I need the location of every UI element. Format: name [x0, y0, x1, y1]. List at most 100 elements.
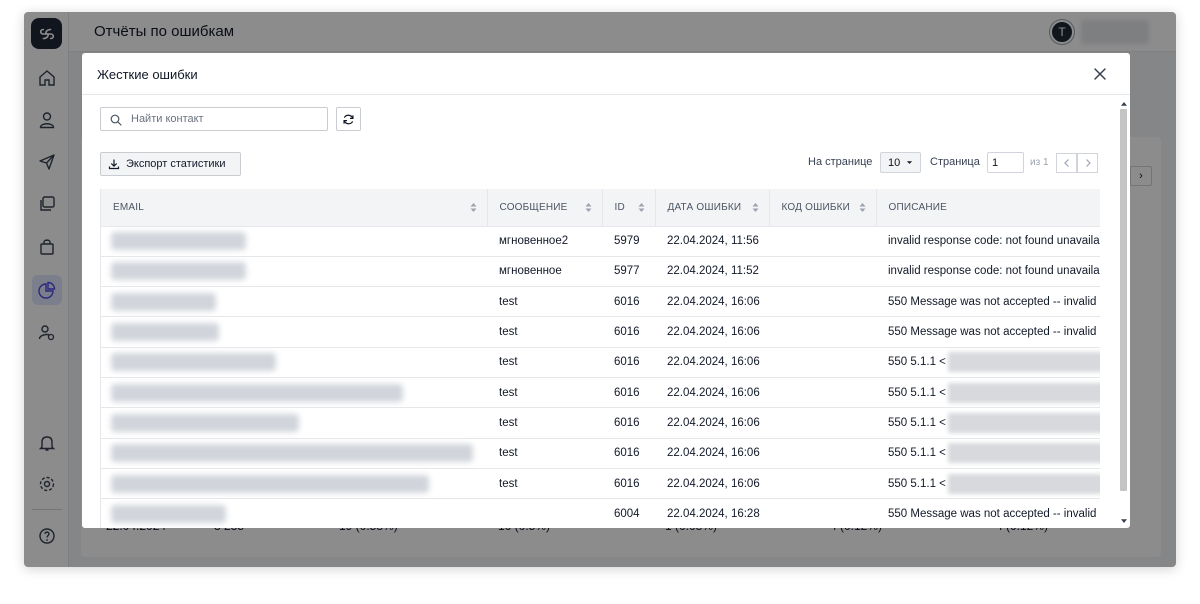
description-text: 550 5.1.1 <: [888, 416, 946, 429]
email-cell: [101, 347, 487, 378]
description-text: invalid response code: not found unavail…: [888, 235, 1100, 248]
id-cell: 6016: [602, 286, 655, 318]
header-message[interactable]: СООБЩЕНИЕ: [487, 189, 603, 227]
per-page-select[interactable]: 10: [880, 152, 921, 173]
header-label: ID: [614, 201, 625, 213]
id-cell: 6004: [602, 498, 655, 528]
description-text: 550 Message was not accepted -- invalid: [888, 295, 1097, 308]
error-date-cell: 22.04.2024, 16:06: [655, 347, 769, 378]
chevron-left-icon: [1063, 159, 1069, 167]
error-date-cell: 22.04.2024, 16:28: [655, 498, 769, 528]
error-code-cell: [769, 438, 876, 469]
table-header-row: EMAIL СООБЩЕНИЕ ID ДАТА ОШИБКИ КОД ОШИБКИ ОПИ…: [101, 189, 1100, 227]
header-error-code[interactable]: КОД ОШИБКИ: [769, 189, 877, 227]
chevron-down-icon: [907, 161, 913, 164]
error-date-cell: 22.04.2024, 16:06: [655, 468, 769, 500]
email-blurred: [111, 383, 403, 402]
error-code-cell: [769, 377, 876, 409]
header-label: EMAIL: [113, 201, 145, 213]
id-cell: 5979: [602, 226, 655, 257]
hard-errors-modal: Жесткие ошибки Экспорт статистики На стр…: [82, 53, 1130, 528]
table-row[interactable]: мгновенное 5977 22.04.2024, 11:52 invalid r…: [101, 256, 1100, 288]
header-label: ОПИСАНИЕ: [888, 201, 948, 213]
description-text: 550 5.1.1 <: [888, 356, 946, 369]
close-icon[interactable]: [1092, 66, 1108, 82]
table-row[interactable]: test 6016 22.04.2024, 16:06 550 5.1.1 <: [101, 377, 1100, 409]
description-cell: invalid response code: not found unavail…: [876, 256, 1100, 288]
message-cell: мгновенное2: [487, 226, 602, 257]
id-cell: 6016: [602, 438, 655, 469]
message-cell: test: [487, 468, 602, 500]
table-row[interactable]: test 6016 22.04.2024, 16:06 550 5.1.1 <: [101, 407, 1100, 439]
error-date-cell: 22.04.2024, 16:06: [655, 286, 769, 318]
message-cell: [487, 498, 602, 528]
page-total: из 1: [1030, 157, 1049, 168]
description-text: 550 5.1.1 <: [888, 477, 946, 490]
id-cell: 5977: [602, 256, 655, 288]
export-stats-button[interactable]: Экспорт статистики: [100, 152, 241, 176]
error-code-cell: [769, 498, 876, 528]
table-row[interactable]: test 6016 22.04.2024, 16:06 550 5.1.1 <: [101, 468, 1100, 500]
header-label: КОД ОШИБКИ: [781, 201, 851, 213]
modal-scrollbar[interactable]: [1118, 97, 1128, 527]
header-error-date[interactable]: ДАТА ОШИБКИ: [655, 189, 770, 227]
prev-page-button[interactable]: [1056, 153, 1077, 173]
email-blurred: [111, 444, 473, 463]
sort-icon[interactable]: [859, 202, 866, 213]
table-row[interactable]: test 6016 22.04.2024, 16:06 550 Message was…: [101, 286, 1100, 318]
description-blurred: [947, 443, 1100, 464]
page-number-input[interactable]: [987, 152, 1024, 173]
description-cell: 550 Message was not accepted -- invalid: [876, 316, 1100, 348]
email-blurred: [111, 323, 219, 342]
error-date-cell: 22.04.2024, 16:06: [655, 316, 769, 348]
description-blurred: [947, 382, 1100, 403]
error-date-cell: 22.04.2024, 16:06: [655, 407, 769, 439]
message-cell: мгновенное: [487, 256, 602, 288]
header-id[interactable]: ID: [602, 189, 656, 227]
scrollbar-thumb[interactable]: [1120, 109, 1127, 491]
id-cell: 6016: [602, 316, 655, 348]
table-row[interactable]: test 6016 22.04.2024, 16:06 550 5.1.1 <: [101, 347, 1100, 378]
message-cell: test: [487, 286, 602, 318]
sort-icon[interactable]: [752, 202, 759, 213]
table-row[interactable]: test 6016 22.04.2024, 16:06 550 5.1.1 <: [101, 438, 1100, 469]
header-label: ДАТА ОШИБКИ: [667, 201, 742, 213]
message-cell: test: [487, 316, 602, 348]
per-page-label: На странице: [808, 156, 873, 168]
message-cell: test: [487, 377, 602, 409]
refresh-icon: [343, 114, 354, 124]
error-code-cell: [769, 286, 876, 318]
download-icon: [108, 159, 120, 170]
refresh-button[interactable]: [336, 107, 361, 131]
modal-title: Жесткие ошибки: [97, 67, 198, 82]
email-blurred: [111, 413, 299, 432]
scroll-down-arrow-icon[interactable]: [1120, 517, 1127, 525]
description-text: 550 Message was not accepted -- invalid: [888, 507, 1097, 520]
table-row[interactable]: test 6016 22.04.2024, 16:06 550 Message was…: [101, 316, 1100, 348]
header-description: ОПИСАНИЕ: [876, 189, 1100, 227]
header-email[interactable]: EMAIL: [101, 189, 488, 227]
header-label: СООБЩЕНИЕ: [499, 201, 568, 213]
email-cell: [101, 286, 487, 318]
table-row[interactable]: мгновенное2 5979 22.04.2024, 11:56 invalid …: [101, 226, 1100, 257]
search-contact-field[interactable]: [100, 107, 328, 131]
scroll-up-arrow-icon[interactable]: [1120, 99, 1127, 107]
error-code-cell: [769, 347, 876, 378]
description-text: 550 5.1.1 <: [888, 447, 946, 460]
email-cell: [101, 407, 487, 439]
error-date-cell: 22.04.2024, 11:52: [655, 256, 769, 288]
next-page-button[interactable]: [1077, 153, 1098, 173]
email-blurred: [111, 474, 429, 493]
description-cell: invalid response code: not found unavail…: [876, 226, 1100, 257]
chevron-right-icon: [1085, 159, 1091, 167]
search-input[interactable]: [131, 108, 321, 130]
sort-icon[interactable]: [470, 202, 477, 213]
table-row[interactable]: 6004 22.04.2024, 16:28 550 Message was not…: [101, 498, 1100, 528]
sort-icon[interactable]: [585, 202, 592, 213]
error-code-cell: [769, 316, 876, 348]
page-label: Страница: [930, 156, 980, 168]
message-cell: test: [487, 347, 602, 378]
description-cell: 550 5.1.1 <: [876, 438, 1100, 469]
description-text: 550 5.1.1 <: [888, 386, 946, 399]
sort-icon[interactable]: [638, 202, 645, 213]
